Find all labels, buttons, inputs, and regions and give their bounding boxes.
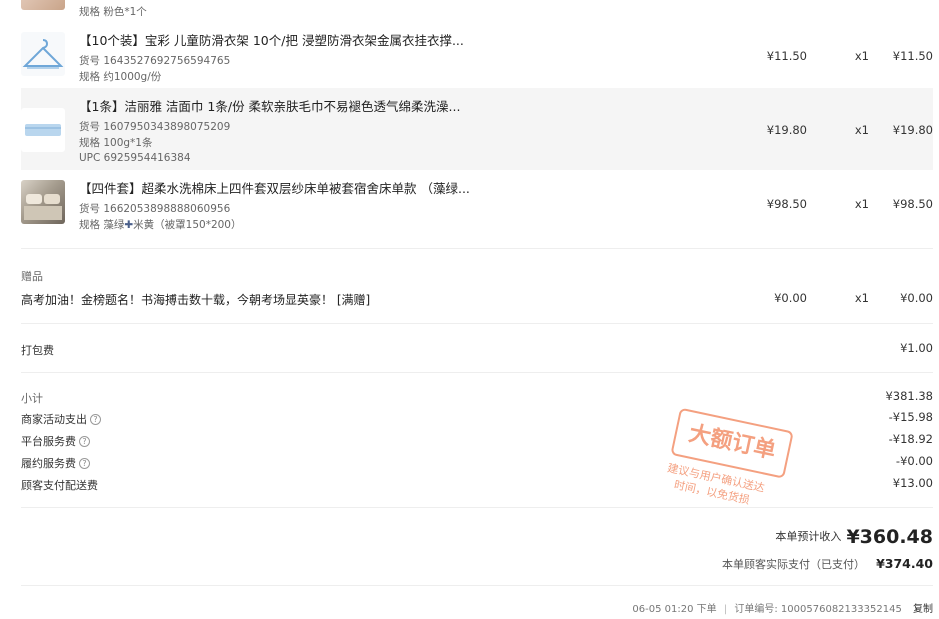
paid-value: ¥374.40 — [876, 556, 933, 571]
fulfillment-fee-value: -¥0.00 — [895, 454, 933, 468]
line-total: ¥19.80 — [892, 123, 933, 137]
copy-button[interactable]: 复制 — [913, 604, 933, 615]
quantity: x1 — [854, 197, 869, 211]
order-footer: 06-05 01:20 下单 | 订单编号: 10005760821333521… — [632, 600, 933, 615]
divider — [21, 507, 933, 508]
packing-fee-label: 打包费 — [21, 344, 54, 357]
merchant-promo-label: 商家活动支出? — [21, 411, 101, 427]
packing-fee-value: ¥1.00 — [900, 341, 933, 355]
towel-icon — [25, 124, 61, 136]
help-icon[interactable]: ? — [90, 414, 101, 425]
order-number-label: 订单编号: — [734, 604, 778, 615]
product-huohao: 货号 1662053898888060956 — [79, 203, 231, 215]
spec-suffix: 米黄（被罩150*200） — [133, 219, 242, 231]
unit-price: ¥19.80 — [766, 123, 807, 137]
fulfillment-fee-label: 履约服务费? — [21, 455, 90, 471]
product-title[interactable]: 【1条】洁丽雅 洁面巾 1条/份 柔软亲肤毛巾不易褪色透气绵柔洗澡... — [79, 96, 460, 115]
line-total: ¥11.50 — [892, 49, 933, 63]
product-upc: UPC 6925954416384 — [79, 152, 191, 164]
unit-price: ¥11.50 — [766, 49, 807, 63]
subtotal-label: 小计 — [21, 392, 43, 405]
delivery-fee-value: ¥13.00 — [892, 476, 933, 490]
hanger-icon — [22, 39, 64, 69]
merchant-promo-value: -¥15.98 — [888, 410, 933, 424]
product-title[interactable]: 【10个装】宝彩 儿童防滑衣架 10个/把 浸塑防滑衣架金属衣挂衣撑... — [79, 30, 464, 49]
help-icon[interactable]: ? — [79, 458, 90, 469]
product-thumbnail — [21, 0, 65, 10]
product-title[interactable]: 【四件套】超柔水洗棉床上四件套双层纱床单被套宿舍床单款 （藻绿... — [79, 178, 470, 197]
product-thumbnail[interactable] — [21, 32, 65, 76]
income-value: ¥360.48 — [846, 526, 933, 548]
plus-icon: ✚ — [124, 219, 134, 231]
large-order-stamp: 大额订单 建议与用户确认送达 时间，以免货损 — [659, 407, 808, 538]
gift-price: ¥0.00 — [774, 291, 807, 305]
product-thumbnail[interactable] — [21, 108, 65, 152]
quantity: x1 — [854, 49, 869, 63]
delivery-fee-label: 顾客支付配送费 — [21, 479, 98, 492]
product-thumbnail[interactable] — [21, 180, 65, 224]
subtotal-value: ¥381.38 — [885, 389, 933, 403]
platform-fee-value: -¥18.92 — [888, 432, 933, 446]
help-icon[interactable]: ? — [79, 436, 90, 447]
paid-label: 本单顾客实际支付（已支付） — [721, 558, 865, 571]
product-huohao: 货号 1643527692756594765 — [79, 55, 231, 67]
line-total: ¥98.50 — [892, 197, 933, 211]
divider — [21, 323, 933, 324]
spec-prefix: 规格 藻绿 — [79, 219, 125, 231]
product-spec: 规格 粉色*1个 — [79, 6, 147, 18]
divider — [21, 372, 933, 373]
gift-section-label: 赠品 — [21, 270, 43, 283]
product-spec: 规格 藻绿✚米黄（被罩150*200） — [79, 217, 242, 232]
product-spec: 规格 100g*1条 — [79, 137, 153, 149]
divider — [21, 585, 933, 586]
product-huohao: 货号 1607950343898075209 — [79, 121, 231, 133]
platform-fee-label: 平台服务费? — [21, 433, 90, 449]
footer-divider: | — [723, 604, 728, 615]
gift-text: 高考加油！金榜题名！书海搏击数十载，今朝考场显英豪！ [满赠] — [21, 293, 371, 307]
order-number: 1000576082133352145 — [780, 604, 902, 615]
gift-total: ¥0.00 — [900, 291, 933, 305]
unit-price: ¥98.50 — [766, 197, 807, 211]
income-row: 本单预计收入 ¥360.48 — [775, 526, 933, 548]
gift-quantity: x1 — [854, 291, 869, 305]
divider — [21, 248, 933, 249]
order-time: 06-05 01:20 下单 — [632, 604, 717, 615]
income-label: 本单预计收入 — [775, 530, 842, 543]
product-spec: 规格 约1000g/份 — [79, 71, 162, 83]
bedding-icon — [24, 194, 62, 220]
paid-row: 本单顾客实际支付（已支付） ¥374.40 — [722, 553, 933, 572]
quantity: x1 — [854, 123, 869, 137]
